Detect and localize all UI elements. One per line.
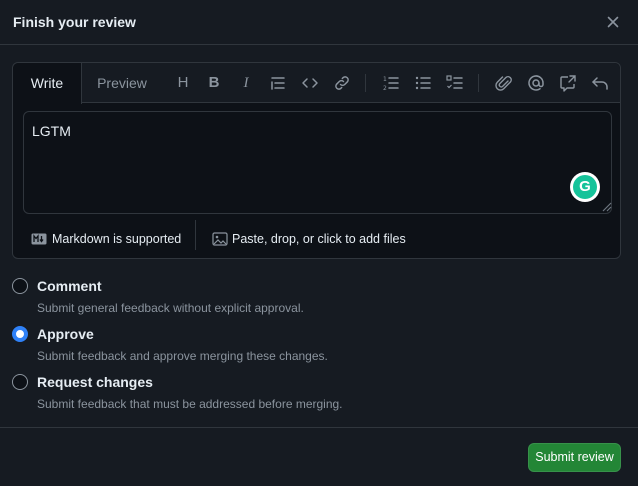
submit-review-button[interactable]: Submit review bbox=[528, 443, 621, 472]
radio-approve[interactable] bbox=[12, 326, 28, 342]
undo-icon[interactable] bbox=[590, 73, 610, 93]
comment-text[interactable]: LGTM bbox=[32, 123, 71, 139]
add-files-label: Paste, drop, or click to add files bbox=[232, 232, 406, 246]
option-comment-description: Submit general feedback without explicit… bbox=[37, 301, 304, 315]
mention-icon[interactable] bbox=[526, 73, 546, 93]
tab-preview[interactable]: Preview bbox=[86, 63, 158, 103]
quote-icon[interactable] bbox=[268, 73, 288, 93]
markdown-icon bbox=[31, 233, 47, 245]
comment-editor: Write Preview H B I 12 LGTM G Markdown i… bbox=[12, 62, 621, 259]
tab-write[interactable]: Write bbox=[13, 63, 82, 104]
footer-divider bbox=[195, 220, 196, 250]
image-icon bbox=[212, 231, 228, 247]
close-icon[interactable] bbox=[604, 13, 622, 31]
radio-request-changes[interactable] bbox=[12, 374, 28, 390]
grammarly-g-icon: G bbox=[573, 175, 597, 199]
code-icon[interactable] bbox=[300, 73, 320, 93]
toolbar-divider bbox=[478, 74, 479, 92]
cross-reference-icon[interactable] bbox=[558, 73, 578, 93]
option-request-changes[interactable]: Request changes Submit feedback that mus… bbox=[12, 374, 612, 414]
grammarly-icon[interactable]: G bbox=[570, 172, 600, 202]
option-request-changes-description: Submit feedback that must be addressed b… bbox=[37, 397, 343, 411]
toolbar-divider bbox=[365, 74, 366, 92]
option-comment[interactable]: Comment Submit general feedback without … bbox=[12, 278, 612, 318]
dialog-header: Finish your review bbox=[0, 0, 638, 45]
option-approve[interactable]: Approve Submit feedback and approve merg… bbox=[12, 326, 612, 366]
option-request-changes-label: Request changes bbox=[37, 374, 153, 390]
comment-textarea[interactable]: LGTM G bbox=[23, 111, 612, 214]
italic-icon[interactable]: I bbox=[236, 73, 256, 93]
option-approve-label: Approve bbox=[37, 326, 94, 342]
option-approve-description: Submit feedback and approve merging thes… bbox=[37, 349, 328, 363]
dialog-title: Finish your review bbox=[13, 14, 136, 30]
footer-divider-line bbox=[0, 427, 638, 428]
unordered-list-icon[interactable] bbox=[413, 73, 433, 93]
svg-text:1: 1 bbox=[383, 76, 387, 83]
attach-icon[interactable] bbox=[494, 73, 514, 93]
bold-icon[interactable]: B bbox=[204, 73, 224, 93]
heading-icon[interactable]: H bbox=[173, 73, 193, 93]
markdown-label: Markdown is supported bbox=[52, 232, 182, 246]
editor-tabbar: Write Preview H B I 12 bbox=[13, 63, 620, 104]
link-icon[interactable] bbox=[332, 73, 352, 93]
option-comment-label: Comment bbox=[37, 278, 102, 294]
task-list-icon[interactable] bbox=[445, 73, 465, 93]
resize-handle-icon[interactable] bbox=[598, 198, 612, 212]
radio-comment[interactable] bbox=[12, 278, 28, 294]
review-dialog: Finish your review Write Preview H B I 1… bbox=[0, 0, 638, 486]
ordered-list-icon[interactable]: 12 bbox=[381, 73, 401, 93]
svg-text:2: 2 bbox=[383, 85, 387, 92]
